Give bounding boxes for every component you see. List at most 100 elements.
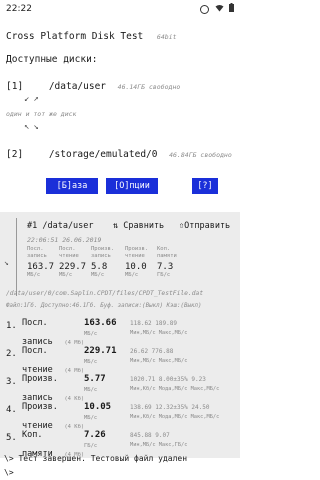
arrow-down-right-icon: ↘ [33,122,39,132]
row-number: 2. [6,349,17,359]
result-row: 5. Коп. памяти (4 Мб) 7.26 ГБ/с 845.88 9… [0,430,240,459]
col-label-bottom: чтение [125,253,145,259]
col-label-bottom: чтение [59,253,79,259]
disk-free: 46.14ГБ свободно [117,83,181,91]
row-unit: МБ/с [84,359,98,365]
summary-col-5: Коп. памяти 7.3 ГБ/с [157,246,177,278]
row-extra-values: 845.88 9.07 [130,432,170,439]
clock: 22:22 [6,4,32,14]
same-disk-arrows-down: ↖ ↘ [24,122,39,132]
row-number: 5. [6,433,17,443]
row-extra-values: 1020.71 8.00±35% 9.23 [130,376,206,383]
col-unit: ГБ/с [157,272,171,278]
row-label-1: Произв. [22,402,58,412]
col-label-bottom: запись [27,253,47,259]
battery-icon [229,3,234,15]
col-label-top: Посл. [59,246,76,252]
row-value: 7.26 [84,430,106,440]
send-button[interactable]: ⇧Отправить [179,221,230,231]
col-label-bottom: памяти [157,253,177,259]
col-label-top: Посл. [27,246,44,252]
col-unit: МБ/с [27,272,41,278]
col-label-top: Произв. [125,246,149,252]
summary-datetime: 22:06:51 26.06.2019 [27,236,102,244]
row-extra-labels: Мин,МБ/с Макс,ГБ/с [130,442,188,448]
summary-col-4: Произв. чтение 10.0 МБ/с [125,246,148,278]
summary-col-1: Посл. запись 163.7 МБ/с [27,246,54,278]
summary-title: #1 /data/user [27,221,94,231]
col-value: 7.3 [157,262,174,272]
summary-header: #1 /data/user [27,221,94,231]
col-label-bottom: запись [91,253,111,259]
row-value: 229.71 [84,346,117,356]
disk-path: /storage/emulated/0 [48,149,158,160]
disk-index: [1] [6,81,24,92]
status-icons [200,3,234,15]
row-number: 3. [6,377,17,387]
col-label-top: Коп. [157,246,171,252]
summary-card[interactable]: #1 /data/user ⇅ Сравнить ⇧Отправить 22:0… [16,218,239,296]
disks-header: Доступные диски: [6,54,98,65]
arrow-up-left-icon: ↖ [24,122,30,132]
arrow-up-right-icon: ↗ [33,94,39,104]
results-panel: #1 /data/user ⇅ Сравнить ⇧Отправить 22:0… [0,212,240,459]
app-title-row: Cross Platform Disk Test 64bit [6,24,177,43]
row-label-1: Произв. [22,374,58,384]
col-value: 163.7 [27,262,55,272]
data-saver-icon [200,4,210,14]
row-label-1: Посл. [22,318,48,328]
col-unit: МБ/с [59,272,73,278]
options-button[interactable]: [О]пции [106,178,158,194]
compare-button[interactable]: ⇅ Сравнить [113,221,164,231]
summary-col-2: Посл. чтение 229.7 МБ/с [59,246,86,278]
disk-index: [2] [6,149,24,160]
row-extra-values: 138.69 12.32±35% 24.50 [130,404,210,411]
base-button[interactable]: [Б]аза [46,178,98,194]
col-unit: МБ/с [125,272,139,278]
result-row: 2. Посл. чтение (4 Мб) 229.71 МБ/с 26.62… [0,346,240,375]
row-extra-labels: Мин,МБ/с Макс,МБ/с [130,358,188,364]
row-extra-values: 118.62 189.89 [130,320,177,327]
row-extra-values: 26.62 776.88 [130,348,174,355]
file-info: Файл:1Гб. Доступно:46.1Гб. Буф. записи:(… [6,303,202,309]
row-unit: МБ/с [84,387,98,393]
col-label-top: Произв. [91,246,115,252]
row-number: 4. [6,405,17,415]
summary-arrow-icon: ↘ [4,258,9,267]
row-value: 10.05 [84,402,112,412]
row-extra-labels: Мин,Кб/с Мода,МБ/с Макс,МБ/с [130,386,220,392]
arrow-down-left-icon: ↙ [24,94,30,104]
row-extra-labels: Мин,Кб/с Мода,МБ/с Макс,МБ/с [130,414,220,420]
row-label-1: Коп. [22,430,43,440]
col-value: 10.0 [125,262,147,272]
result-row: 4. Произв. чтение (4 Кб) 10.05 МБ/с 138.… [0,402,240,431]
same-disk-note: один и тот же диск [6,110,77,118]
console-line-2[interactable]: \> [4,468,14,477]
row-value: 5.77 [84,374,106,384]
same-disk-arrows-up: ↙ ↗ [24,94,39,104]
app-subtitle: 64bit [156,33,177,41]
disk-path: /data/user [48,81,107,92]
row-label-1: Посл. [22,346,48,356]
disk-free: 46.84ГБ свободно [169,151,232,159]
col-unit: МБ/с [91,272,105,278]
disk-item-1[interactable]: [1] /data/user 46.14ГБ свободно [6,74,180,93]
col-value: 229.7 [59,262,87,272]
file-path: /data/user/0/com.Saplin.CPDT/files/CPDT_… [6,290,204,297]
col-value: 5.8 [91,262,108,272]
console-line-1: \> Тест завершен. Тестовый файл удален [4,454,188,463]
row-unit: МБ/с [84,331,98,337]
summary-col-3: Произв. запись 5.8 МБ/с [91,246,114,278]
disk-item-2[interactable]: [2] /storage/emulated/0 46.84ГБ свободно [6,142,232,161]
result-row: 3. Произв. запись (4 Кб) 5.77 МБ/с 1020.… [0,374,240,403]
row-extra-labels: Мин,МБ/с Макс,МБ/с [130,330,188,336]
row-unit: ГБ/с [84,443,98,449]
app-title: Cross Platform Disk Test [6,31,144,42]
wifi-icon [215,4,224,15]
row-number: 1. [6,321,17,331]
help-button[interactable]: [?] [192,178,218,194]
result-row: 1. Посл. запись (4 Мб) 163.66 МБ/с 118.6… [0,318,240,347]
status-bar: 22:22 [0,0,240,18]
row-unit: МБ/с [84,415,98,421]
row-value: 163.66 [84,318,117,328]
